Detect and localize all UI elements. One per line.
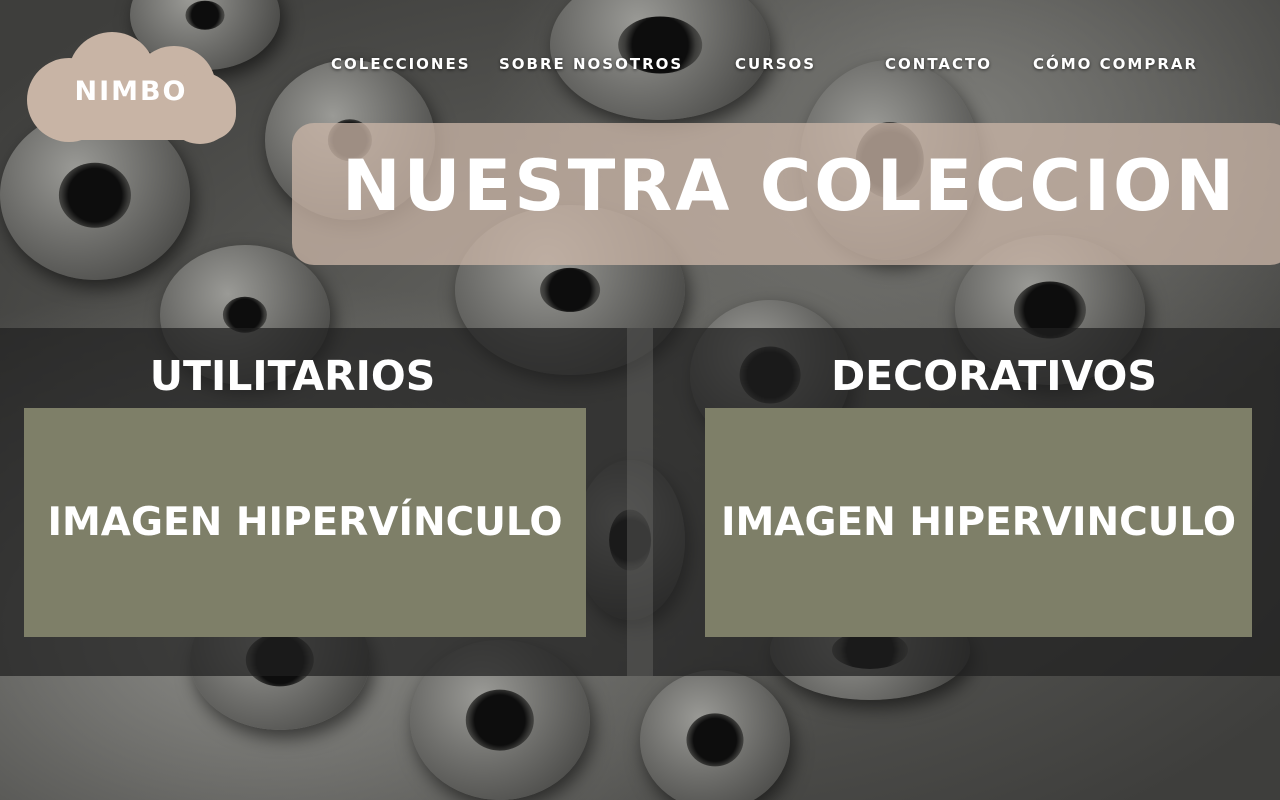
band-divider [627, 328, 653, 676]
nav-item-cursos[interactable]: CURSOS [735, 55, 816, 73]
nav-item-colecciones[interactable]: COLECCIONES [331, 55, 471, 73]
brand-logo[interactable]: NIMBO [24, 28, 238, 146]
brand-name: NIMBO [74, 76, 188, 107]
pot-decoration [640, 670, 790, 800]
nav-item-sobre-nosotros[interactable]: SOBRE NOSOTROS [499, 55, 683, 73]
decorativos-image-link[interactable]: IMAGEN HIPERVINCULO [705, 408, 1252, 637]
page-title: NUESTRA COLECCION [342, 145, 1238, 227]
section-title-utilitarios: UTILITARIOS [149, 352, 436, 400]
card-label: IMAGEN HIPERVINCULO [720, 500, 1237, 545]
utilitarios-image-link[interactable]: IMAGEN HIPERVÍNCULO [24, 408, 586, 637]
section-title-decorativos: DECORATIVOS [831, 352, 1157, 400]
main-nav: COLECCIONES SOBRE NOSOTROS CURSOS CONTAC… [0, 55, 1280, 77]
nav-item-contacto[interactable]: CONTACTO [885, 55, 992, 73]
nav-item-como-comprar[interactable]: CÓMO COMPRAR [1033, 55, 1198, 73]
title-banner: NUESTRA COLECCION [292, 123, 1280, 265]
card-label: IMAGEN HIPERVÍNCULO [47, 500, 563, 545]
